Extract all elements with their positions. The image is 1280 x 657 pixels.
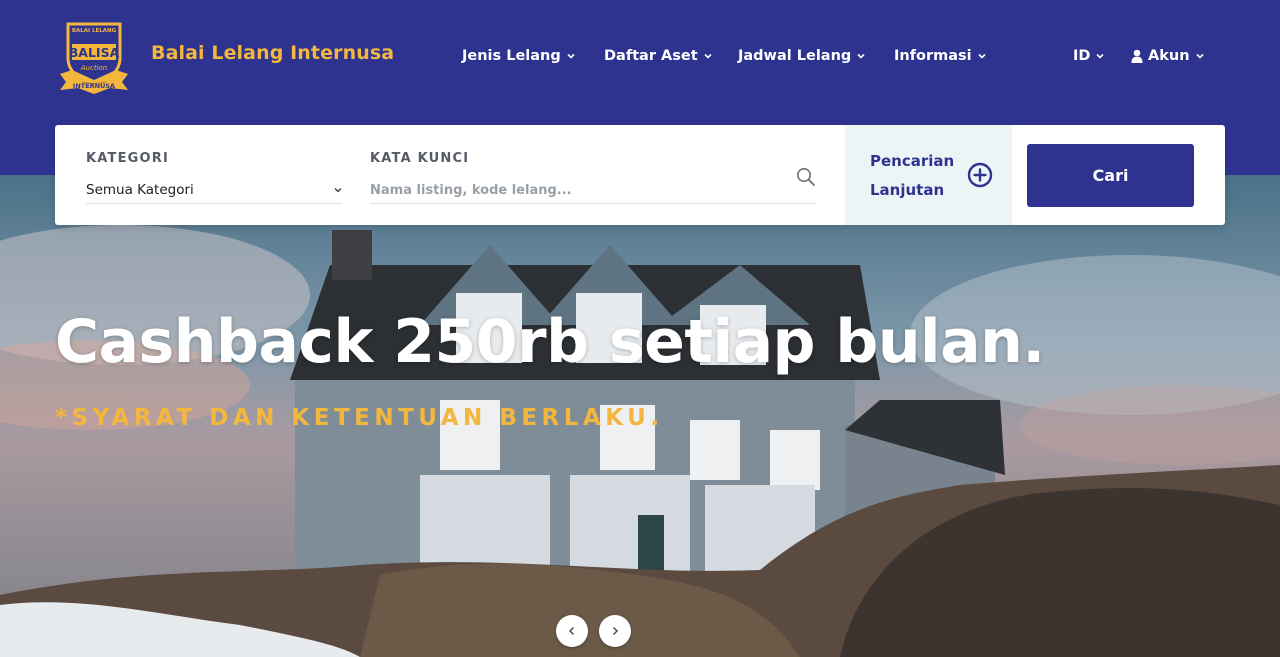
nav-label: Jadwal Lelang <box>738 48 852 64</box>
account-label: Akun <box>1148 48 1190 64</box>
chevron-left-icon <box>569 627 574 635</box>
chevron-down-icon <box>567 53 575 59</box>
carousel-prev-button[interactable] <box>556 615 588 647</box>
hero-banner: Cashback 250rb setiap bulan. *SYARAT DAN… <box>0 175 1280 657</box>
category-value: Semua Kategori <box>86 182 194 198</box>
plus-circle-icon <box>967 162 993 188</box>
keyword-input[interactable] <box>370 177 816 204</box>
nav-jenis-lelang[interactable]: Jenis Lelang <box>462 48 575 64</box>
nav-label: Informasi <box>894 48 972 64</box>
brand-name[interactable]: Balai Lelang Internusa <box>151 42 394 64</box>
nav-informasi[interactable]: Informasi <box>894 48 986 64</box>
chevron-down-icon <box>1096 53 1105 59</box>
chevron-down-icon <box>978 53 986 59</box>
category-label: KATEGORI <box>86 151 170 166</box>
carousel-next-button[interactable] <box>599 615 631 647</box>
category-select[interactable]: Semua Kategori <box>86 177 342 204</box>
chevron-down-icon <box>1195 53 1204 59</box>
logo-ribbon-text: INTERNUSA <box>73 82 115 90</box>
advanced-search-toggle[interactable]: Pencarian Lanjutan <box>845 125 1012 225</box>
search-panel: KATEGORI Semua Kategori KATA KUNCI Penca… <box>55 125 1225 225</box>
search-icon[interactable] <box>796 167 816 187</box>
logo-main-text: BALISA <box>69 45 120 60</box>
chevron-down-icon <box>334 188 342 193</box>
keyword-label: KATA KUNCI <box>370 151 470 166</box>
chevron-right-icon <box>613 627 618 635</box>
chevron-down-icon <box>857 53 865 59</box>
search-submit-button[interactable]: Cari <box>1027 144 1194 207</box>
logo-script-text: Auction <box>80 64 107 72</box>
user-icon <box>1131 49 1143 63</box>
nav-label: Jenis Lelang <box>462 48 561 64</box>
balisa-logo[interactable]: BALAI LELANG BALISA Auction INTERNUSA <box>58 18 130 96</box>
advanced-search-label: Pencarian Lanjutan <box>870 152 955 199</box>
nav-jadwal-lelang[interactable]: Jadwal Lelang <box>738 48 865 64</box>
account-menu[interactable]: Akun <box>1131 48 1204 64</box>
language-selector[interactable]: ID <box>1073 48 1105 64</box>
nav-daftar-aset[interactable]: Daftar Aset <box>604 48 712 64</box>
nav-label: Daftar Aset <box>604 48 698 64</box>
chevron-down-icon <box>704 53 712 59</box>
hero-subtitle: *SYARAT DAN KETENTUAN BERLAKU. <box>55 405 664 431</box>
hero-title: Cashback 250rb setiap bulan. <box>55 307 1045 377</box>
logo-top-text: BALAI LELANG <box>72 28 117 34</box>
language-label: ID <box>1073 48 1091 64</box>
